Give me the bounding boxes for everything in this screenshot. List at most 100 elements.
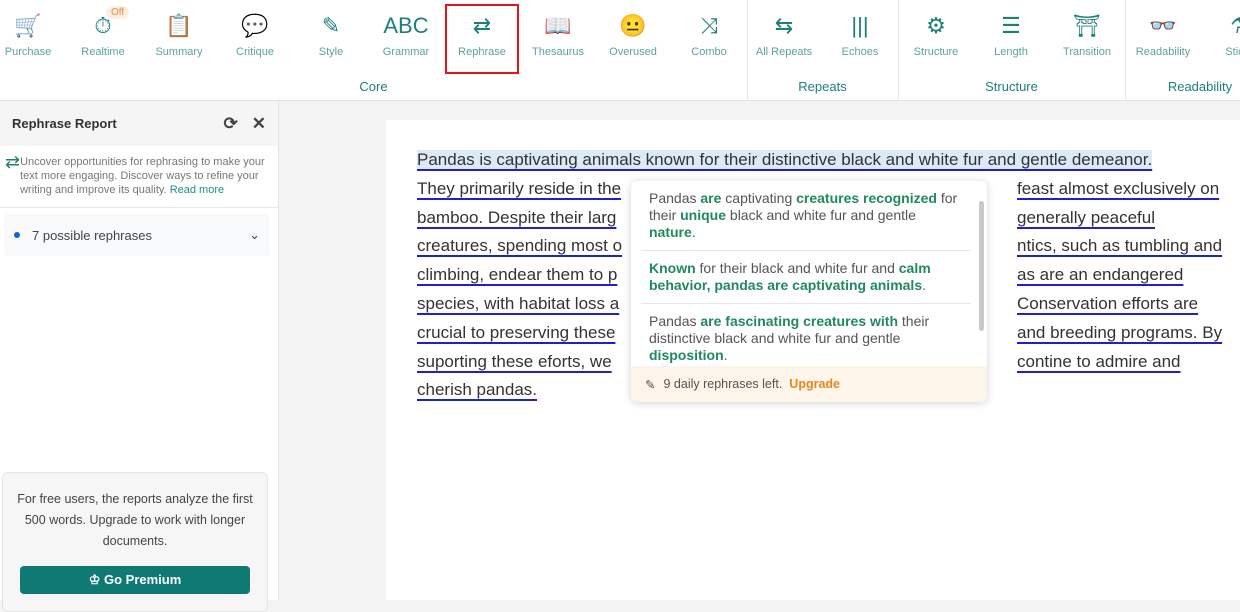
structure-icon: ⚙ (926, 13, 946, 38)
close-icon[interactable]: ✕ (252, 114, 266, 134)
flagged-text[interactable]: creatures, spending most o (417, 236, 622, 255)
changed-text: creatures recognized (796, 190, 937, 206)
flagged-text[interactable]: ntics, such as tumbling and (1017, 236, 1222, 256)
group-label-repeats: Repeats (798, 79, 847, 94)
combo-icon: ⤨ (700, 13, 718, 38)
document-line[interactable]: suporting these eforts, we contine to adm… (417, 352, 1181, 374)
tool-all-repeats[interactable]: ⇆ All Repeats (747, 10, 821, 72)
tool-label: Summary (155, 46, 203, 58)
tool-overused[interactable]: 😐 Overused (596, 10, 670, 72)
document-line[interactable]: climbing, endear them to p as are an enda… (417, 265, 1183, 287)
tool-rephrase[interactable]: ⇄ Rephrase (445, 4, 519, 74)
tool-label: Realtime (81, 46, 125, 58)
flagged-text[interactable]: suporting these eforts, we (417, 352, 612, 371)
unchanged-text: . (723, 347, 728, 363)
flagged-text[interactable]: crucial to preserving these (417, 323, 615, 342)
toolbar: 🛒 Purchase ⏱ Realtime Off 📋 Summary 💬 Critique ✎ S… (0, 0, 1240, 101)
readability-icon: 👓 (1149, 13, 1177, 38)
upgrade-link[interactable]: Upgrade (789, 377, 840, 391)
scrollbar[interactable] (979, 201, 984, 331)
document-line[interactable]: species, with habitat loss a Conservation… (417, 294, 1198, 316)
group-divider (1125, 0, 1126, 101)
transition-icon: ⛩ (1073, 13, 1101, 38)
tool-label: Overused (609, 46, 657, 58)
rephrase-popup: Pandas are captivating creatures recogni… (631, 181, 987, 402)
flagged-text[interactable]: cherish pandas. (417, 380, 537, 399)
group-label-readability: Readability (1167, 79, 1233, 94)
overused-icon: 😐 (619, 13, 647, 38)
sticky-icon: ⚗ (1230, 13, 1240, 38)
tool-transition[interactable]: ⛩ Transition (1050, 10, 1124, 72)
rephrase-report-panel: Rephrase Report ⟳ ✕ ⇄ Uncover opportunit… (0, 101, 279, 612)
changed-text: are fascinating creatures with (700, 313, 899, 329)
tool-style[interactable]: ✎ Style (294, 10, 368, 72)
flagged-text[interactable]: bamboo. Despite their larg (417, 208, 616, 227)
rephrase-option[interactable]: Known for their black and white fur and … (641, 251, 971, 304)
chevron-down-icon: ⌄ (249, 227, 260, 242)
tool-length[interactable]: ☰ Length (974, 10, 1048, 72)
flagged-text[interactable]: Conservation efforts are (1017, 294, 1198, 314)
tool-realtime[interactable]: ⏱ Realtime Off (66, 6, 140, 72)
flagged-text[interactable]: generally peaceful (1017, 208, 1155, 228)
tool-label: Thesaurus (532, 46, 584, 58)
flagged-text[interactable]: species, with habitat loss a (417, 294, 619, 313)
unchanged-text: black and white fur and gentle (726, 207, 916, 223)
tool-label: Transition (1063, 46, 1111, 58)
rephrase-option[interactable]: Pandas are captivating creatures recogni… (641, 181, 971, 251)
tool-echoes[interactable]: ||| Echoes (823, 10, 897, 72)
realtime-status-badge: Off (106, 6, 130, 19)
tool-sticky[interactable]: ⚗ Sticky (1203, 10, 1240, 72)
tool-label: Purchase (4, 46, 52, 58)
changed-text: Known (649, 260, 696, 276)
rephrase-option[interactable]: Pandas are fascinating creatures with th… (641, 304, 971, 366)
crown-icon: ♔ (88, 572, 101, 587)
unchanged-text: for their black and white fur and (695, 260, 899, 276)
tool-thesaurus[interactable]: 📖 Thesaurus (521, 10, 595, 72)
document-line[interactable]: They primarily reside in the feast almost… (417, 179, 1219, 201)
flagged-text[interactable]: contine to admire and (1017, 352, 1181, 372)
rephrase-count-dropdown[interactable]: 7 possible rephrases ⌄ (4, 214, 270, 256)
promo-text: For free users, the reports analyze the … (17, 492, 253, 548)
tool-structure[interactable]: ⚙ Structure (899, 10, 973, 72)
flagged-text[interactable]: They primarily reside in the (417, 179, 621, 198)
grammar-icon: ABC (383, 13, 429, 38)
document-line[interactable]: bamboo. Despite their larg generally peac… (417, 208, 1155, 230)
unchanged-text: captivating (721, 190, 797, 206)
tool-summary[interactable]: 📋 Summary (142, 10, 216, 72)
tool-readability[interactable]: 👓 Readability (1126, 10, 1200, 72)
tool-grammar[interactable]: ABC Grammar (369, 10, 443, 72)
tool-purchase[interactable]: 🛒 Purchase (0, 10, 65, 72)
premium-promo: For free users, the reports analyze the … (2, 472, 268, 612)
summary-icon: 📋 (165, 13, 193, 38)
flagged-text[interactable]: as are an endangered (1017, 265, 1183, 285)
tool-label: Rephrase (458, 46, 506, 58)
flagged-text[interactable]: feast almost exclusively on (1017, 179, 1219, 199)
refresh-icon[interactable]: ⟳ (224, 114, 238, 134)
go-premium-button[interactable]: ♔ Go Premium (20, 566, 250, 594)
all-repeats-icon: ⇆ (774, 13, 794, 38)
tool-label: Structure (913, 46, 959, 58)
document-line[interactable]: cherish pandas. (417, 380, 537, 402)
tool-critique[interactable]: 💬 Critique (218, 10, 292, 72)
tool-label: Grammar (382, 46, 430, 58)
tool-label: Length (994, 46, 1028, 58)
rephrase-count: 7 possible rephrases (32, 227, 152, 243)
document-line[interactable]: crucial to preserving these and breeding … (417, 323, 1222, 345)
changed-text: are (700, 190, 722, 206)
go-premium-label: Go Premium (103, 572, 182, 587)
changed-text: unique (680, 207, 727, 223)
panel-description: ⇄ Uncover opportunities for rephrasing t… (0, 146, 278, 208)
document-line[interactable]: creatures, spending most o ntics, such as… (417, 236, 1222, 258)
flagged-text[interactable]: climbing, endear them to p (417, 265, 617, 284)
tool-combo[interactable]: ⤨ Combo (672, 10, 746, 72)
thesaurus-icon: 📖 (544, 13, 572, 38)
selected-sentence[interactable]: Pandas is captivating animals known for … (417, 150, 1153, 169)
length-icon: ☰ (1001, 13, 1021, 38)
flagged-text[interactable]: and breeding programs. By (1017, 323, 1222, 343)
document-line[interactable]: Pandas is captivating animals known for … (417, 150, 1153, 172)
tool-label: Combo (691, 46, 727, 58)
magic-wand-icon: ✎ (645, 377, 656, 392)
rephrase-icon: ⇄ (472, 13, 492, 38)
read-more-link[interactable]: Read more (170, 184, 224, 196)
rephrase-options[interactable]: Pandas are captivating creatures recogni… (631, 181, 987, 366)
